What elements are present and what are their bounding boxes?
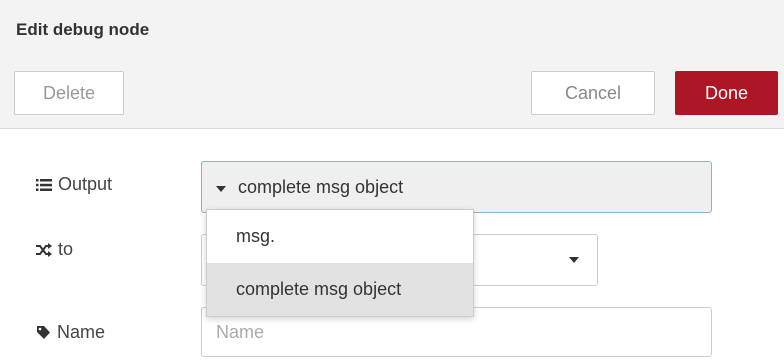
- caret-down-icon: [216, 186, 226, 192]
- output-dropdown-menu: msg. complete msg object: [206, 209, 474, 317]
- output-select-value: complete msg object: [238, 176, 404, 197]
- dialog-header: Edit debug node: [0, 0, 784, 58]
- shuffle-icon: [36, 242, 52, 257]
- cancel-button[interactable]: Cancel: [531, 71, 655, 115]
- output-label: Output: [36, 174, 112, 195]
- dropdown-option-msg[interactable]: msg.: [207, 210, 473, 263]
- output-select[interactable]: complete msg object: [201, 161, 712, 213]
- name-label: Name: [36, 322, 105, 343]
- dialog-title: Edit debug node: [16, 20, 150, 39]
- caret-down-icon: [569, 257, 579, 263]
- name-label-text: Name: [57, 322, 106, 342]
- delete-button[interactable]: Delete: [14, 71, 124, 115]
- dropdown-option-complete-msg-object[interactable]: complete msg object: [207, 263, 473, 316]
- tag-icon: [36, 325, 51, 340]
- list-icon: [36, 178, 52, 192]
- to-label-text: to: [58, 239, 74, 259]
- done-button[interactable]: Done: [675, 71, 778, 115]
- to-label: to: [36, 239, 73, 260]
- output-label-text: Output: [58, 174, 113, 194]
- dialog-toolbar: Delete Cancel Done: [0, 58, 784, 129]
